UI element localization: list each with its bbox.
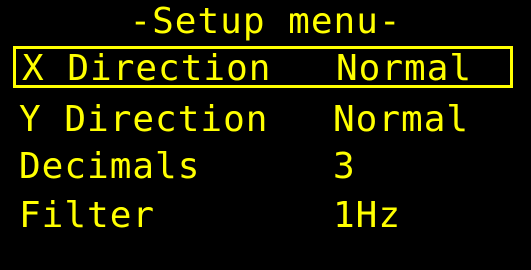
menu-item-label: Decimals	[19, 146, 201, 187]
menu-item-value: 3	[333, 146, 356, 187]
menu-item-decimals[interactable]: Decimals 3	[13, 144, 513, 186]
menu-item-label: X Direction	[22, 48, 272, 89]
menu-item-value: 1Hz	[333, 195, 402, 236]
setup-menu-screen: -Setup menu- X Direction Normal Y Direct…	[0, 0, 531, 270]
menu-title: -Setup menu-	[129, 1, 402, 42]
menu-item-x-direction[interactable]: X Direction Normal	[13, 46, 513, 88]
menu-item-label: Y Direction	[19, 99, 269, 140]
menu-item-filter[interactable]: Filter 1Hz	[13, 193, 513, 235]
menu-item-label: Filter	[19, 195, 156, 236]
menu-item-y-direction[interactable]: Y Direction Normal	[13, 97, 513, 139]
menu-item-value: Normal	[333, 99, 470, 140]
menu-item-value: Normal	[336, 48, 473, 89]
